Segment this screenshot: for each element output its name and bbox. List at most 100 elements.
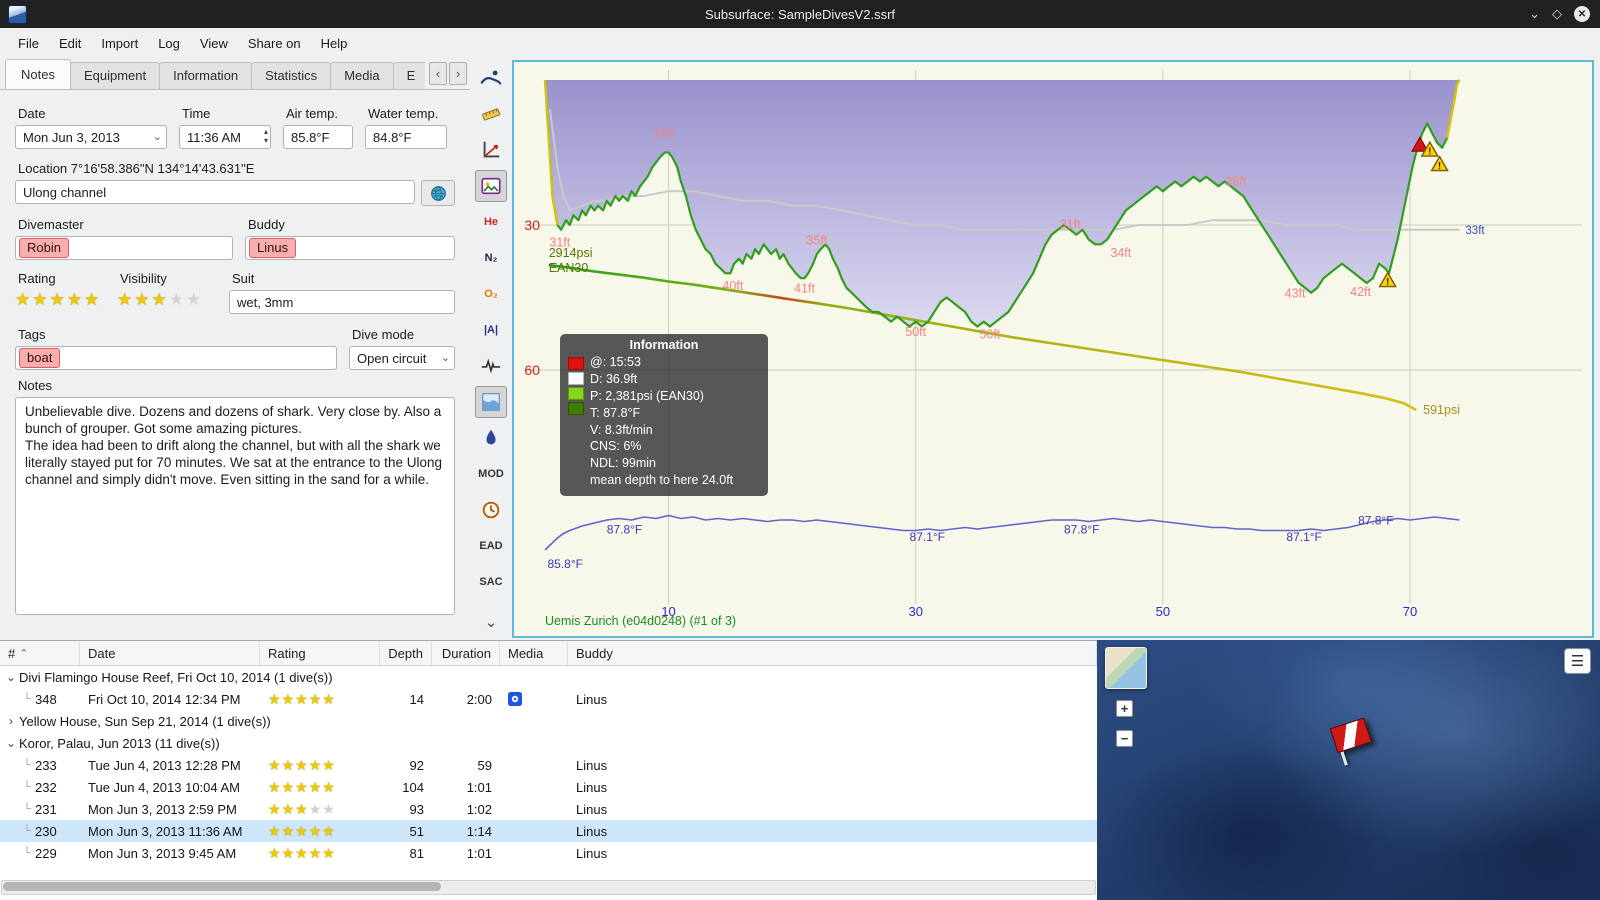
spinner-arrows-icon[interactable]: ▴ ▾ [264, 127, 268, 145]
notes-textarea[interactable]: Unbelievable dive. Dozens and dozens of … [15, 397, 455, 615]
column-header-buddy[interactable]: Buddy [568, 641, 1097, 665]
maximize-icon[interactable]: ◇ [1552, 6, 1562, 22]
dive-date: Mon Jun 3, 2013 2:59 PM [88, 801, 237, 817]
map-panel[interactable]: + − ☰ [1097, 640, 1600, 900]
sac-button[interactable]: SAC [475, 566, 507, 598]
dive-rating: ★★★★★ [268, 844, 336, 861]
air-temp-field[interactable]: 85.8°F [283, 125, 353, 149]
tab-equipment[interactable]: Equipment [69, 62, 161, 89]
dive-row[interactable]: └ 229 Mon Jun 3, 2013 9:45 AM ★★★★★ 81 1:01 Li… [0, 842, 1097, 864]
dive-row[interactable]: └ 233 Tue Jun 4, 2013 12:28 PM ★★★★★ 92 59 Lin… [0, 754, 1097, 776]
buddy-input[interactable]: Linus [245, 236, 455, 260]
column-header-depth[interactable]: Depth [380, 641, 432, 665]
toolbar-collapse-button[interactable]: ⌄ [475, 606, 507, 638]
tissues-button[interactable] [475, 422, 507, 454]
collapse-icon[interactable]: ⌄ [0, 670, 19, 684]
divemaster-tag[interactable]: Robin [19, 238, 69, 258]
dive-mode-select[interactable]: Open circuit ⌄ [349, 346, 455, 370]
map-zoom-out-button[interactable]: − [1116, 730, 1133, 747]
collapse-icon[interactable]: ⌄ [0, 736, 19, 750]
time-spinner[interactable]: 11:36 AM ▴ ▾ [179, 125, 271, 149]
svg-text:60: 60 [524, 362, 540, 378]
menu-log[interactable]: Log [148, 31, 190, 56]
rating-stars[interactable]: ★★★★★ [15, 290, 105, 310]
heart-rate-button[interactable] [475, 350, 507, 382]
minimize-icon[interactable]: ⌄ [1529, 6, 1540, 22]
info-box-title: Information [629, 338, 699, 352]
globe-icon[interactable] [421, 180, 455, 206]
dive-computer-button[interactable] [475, 62, 507, 94]
tab-scroll-left-icon[interactable]: ‹ [429, 62, 447, 85]
tab-statistics[interactable]: Statistics [251, 62, 332, 89]
photos-button[interactable] [475, 170, 507, 202]
nitrogen-graph-button[interactable]: N₂ [475, 242, 507, 274]
column-header-duration[interactable]: Duration [432, 641, 500, 665]
expand-icon[interactable]: › [0, 714, 19, 728]
tag-chip[interactable]: boat [19, 348, 61, 368]
info-box-row: D: 36.9ft [590, 371, 638, 386]
titlebar: Subsurface: SampleDivesV2.ssrf ⌄ ◇ ✕ [0, 0, 1600, 28]
scrollbar-thumb[interactable] [3, 882, 441, 891]
menu-help[interactable]: Help [311, 31, 358, 56]
air-graph-button[interactable]: |A| [475, 314, 507, 346]
trip-label: Divi Flamingo House Reef, Fri Oct 10, 20… [19, 669, 333, 685]
mod-button[interactable]: MOD [475, 458, 507, 490]
svg-text:85.8°F: 85.8°F [547, 557, 582, 571]
tab-scroll-right-icon[interactable]: › [449, 62, 467, 85]
tags-input[interactable]: boat [15, 346, 337, 370]
svg-text:87.1°F: 87.1°F [1286, 530, 1321, 544]
column-header-media[interactable]: Media [500, 641, 568, 665]
dive-media [500, 776, 568, 798]
horizontal-scrollbar[interactable] [1, 880, 1096, 895]
water-temp-label: Water temp. [368, 106, 439, 121]
helium-graph-button[interactable]: He [475, 206, 507, 238]
menu-file[interactable]: File [8, 31, 49, 56]
tab-notes[interactable]: Notes [5, 59, 71, 89]
date-label: Date [18, 106, 46, 121]
dive-row[interactable]: └ 232 Tue Jun 4, 2013 10:04 AM ★★★★★ 104 1:01… [0, 776, 1097, 798]
dive-profile-panel[interactable]: 10 30 50 70 30 60 33ft 2914psi EAN30 591psi 85.8°F… [512, 60, 1594, 638]
menu-share-on[interactable]: Share on [238, 31, 311, 56]
menu-import[interactable]: Import [91, 31, 148, 56]
ead-button[interactable]: EAD [475, 530, 507, 562]
date-select[interactable]: Mon Jun 3, 2013 ⌄ [15, 125, 167, 149]
suit-input[interactable]: wet, 3mm [229, 290, 455, 314]
scale-button[interactable] [475, 134, 507, 166]
column-header-num[interactable]: # ⌃ [0, 641, 80, 665]
svg-text:87.8°F: 87.8°F [607, 523, 642, 537]
dive-rating: ★★★★★ [268, 822, 336, 839]
dive-media [500, 820, 568, 842]
ceiling-button[interactable] [475, 386, 507, 418]
svg-text:35ft: 35ft [806, 233, 827, 247]
trip-row[interactable]: ⌄ Divi Flamingo House Reef, Fri Oct 10, 2… [0, 666, 1097, 688]
tab-media[interactable]: Media [330, 62, 394, 89]
divemaster-input[interactable]: Robin [15, 236, 233, 260]
dive-site-flag-marker[interactable] [1329, 717, 1377, 766]
water-temp-field[interactable]: 84.8°F [365, 125, 447, 149]
dive-depth: 104 [402, 779, 424, 795]
menu-edit[interactable]: Edit [49, 31, 91, 56]
oxygen-graph-button[interactable]: O₂ [475, 278, 507, 310]
column-header-rating[interactable]: Rating [260, 641, 380, 665]
buddy-tag[interactable]: Linus [249, 238, 297, 258]
location-input[interactable]: Ulong channel [15, 180, 415, 204]
tab-e[interactable]: E [392, 62, 425, 89]
deco-time-button[interactable] [475, 494, 507, 526]
svg-text:43ft: 43ft [1285, 286, 1306, 300]
trip-row[interactable]: › Yellow House, Sun Sep 21, 2014 (1 dive(… [0, 710, 1097, 732]
dive-date: Tue Jun 4, 2013 12:28 PM [88, 757, 241, 773]
dive-row[interactable]: └ 231 Mon Jun 3, 2013 2:59 PM ★★★★★ 93 1:02 Li… [0, 798, 1097, 820]
column-header-date[interactable]: Date [80, 641, 260, 665]
visibility-stars[interactable]: ★★★★★ [117, 290, 217, 310]
tab-information[interactable]: Information [159, 62, 253, 89]
menu-view[interactable]: View [190, 31, 238, 56]
map-zoom-in-button[interactable]: + [1116, 700, 1133, 717]
dive-row[interactable]: └ 348 Fri Oct 10, 2014 12:34 PM ★★★★★ 14 2:00… [0, 688, 1097, 710]
map-menu-button[interactable]: ☰ [1564, 648, 1591, 674]
map-overview-thumbnail[interactable] [1105, 647, 1147, 689]
ead-icon: EAD [479, 540, 503, 552]
close-icon[interactable]: ✕ [1574, 6, 1590, 22]
dive-row[interactable]: └ 230 Mon Jun 3, 2013 11:36 AM ★★★★★ 51 1:14 L… [0, 820, 1097, 842]
trip-row[interactable]: ⌄ Koror, Palau, Jun 2013 (11 dive(s)) [0, 732, 1097, 754]
ruler-button[interactable] [475, 98, 507, 130]
